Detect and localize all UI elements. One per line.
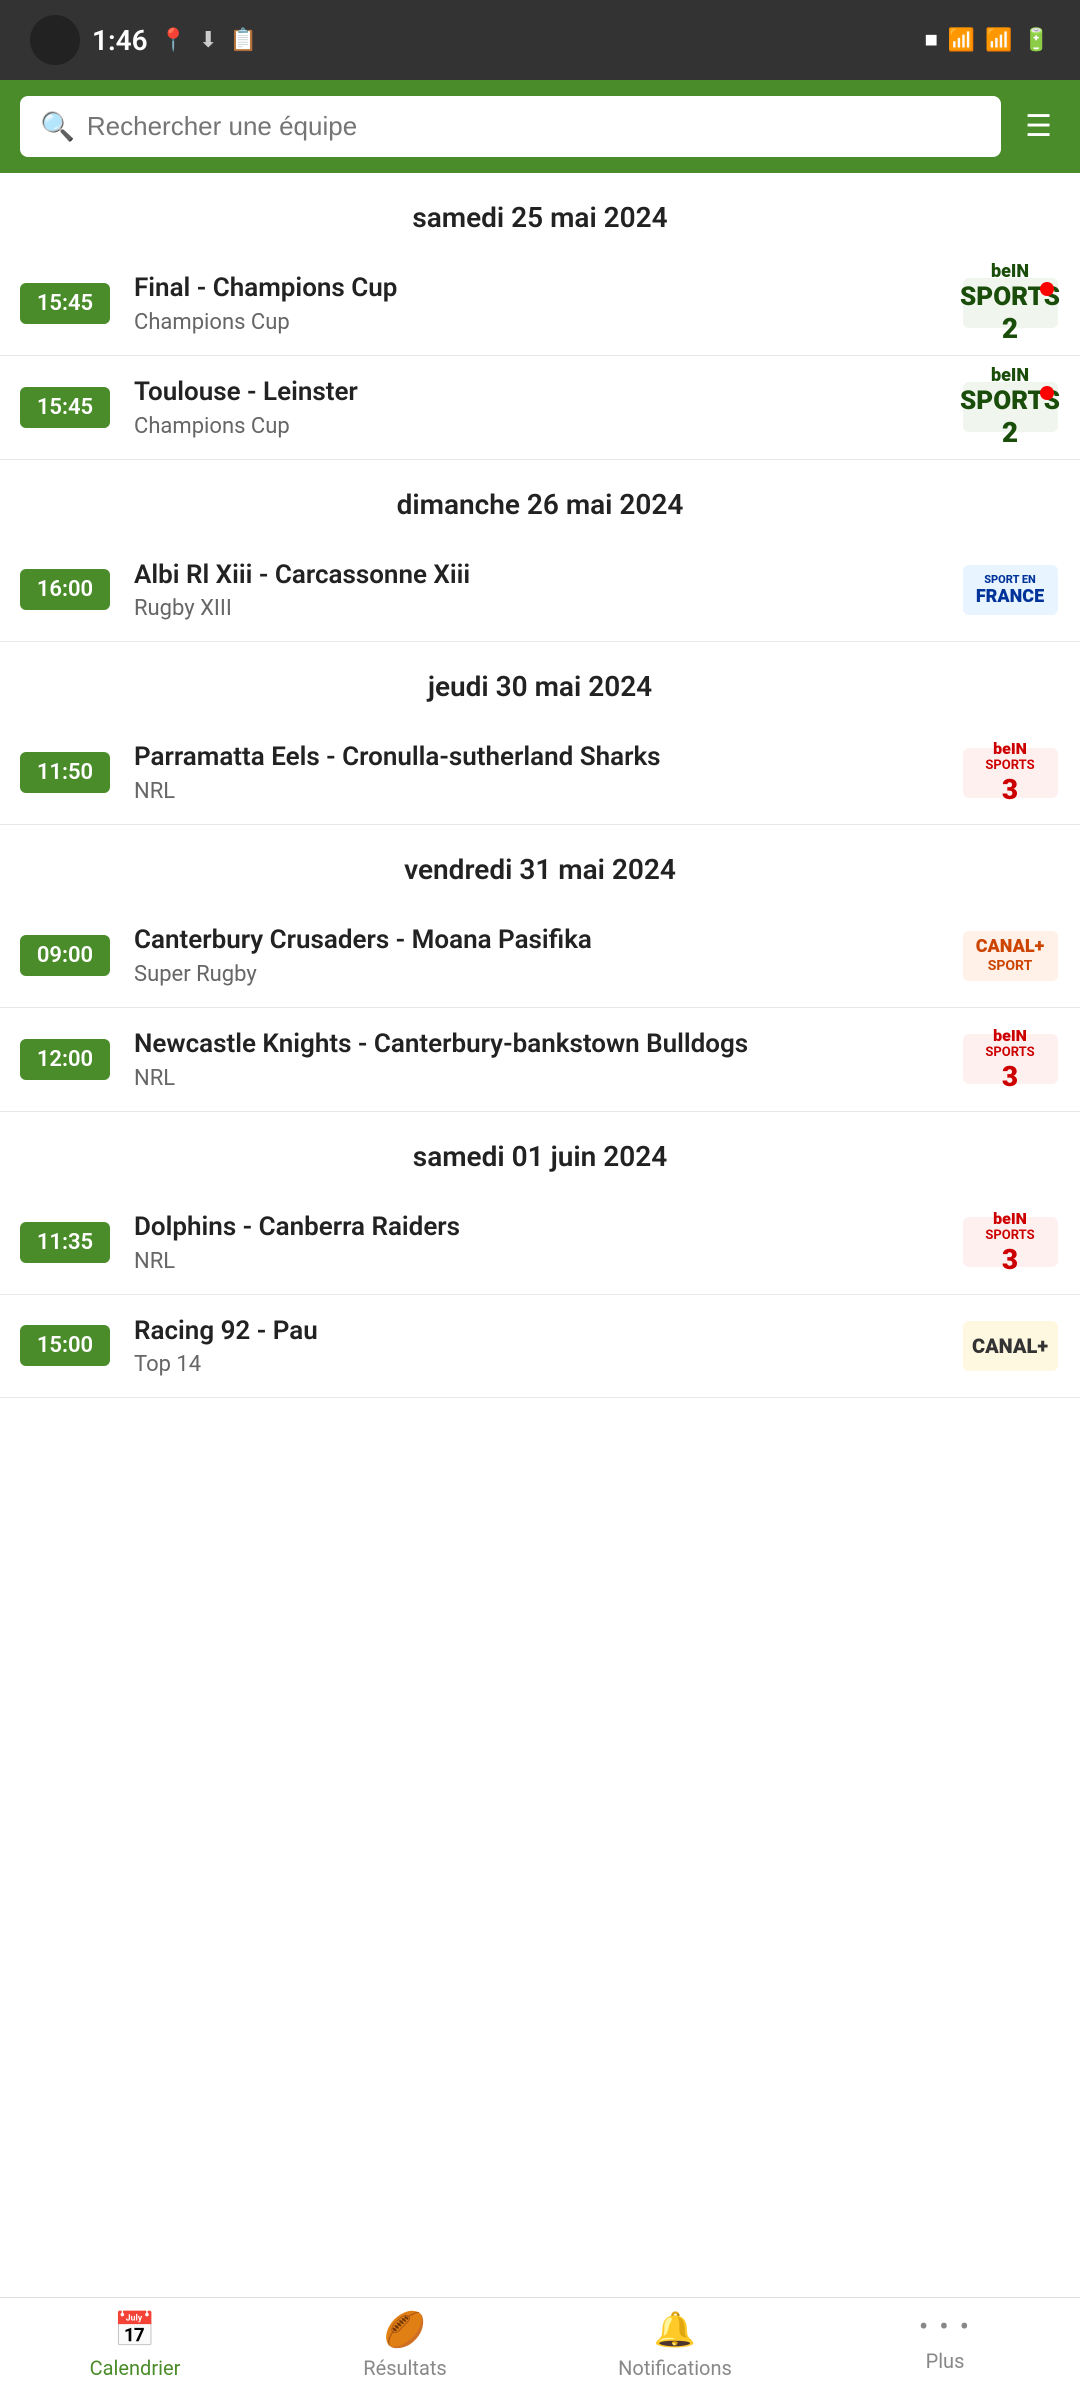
channel-logo-wrapper: beIN SPORTS 3: [960, 1215, 1060, 1270]
calendrier-label: Calendrier: [90, 2356, 181, 2380]
match-time: 11:35: [20, 1222, 110, 1263]
match-competition: Champions Cup: [134, 414, 944, 439]
main-content: samedi 25 mai 2024 15:45 Final - Champio…: [0, 173, 1080, 1538]
location-icon: 📍: [160, 28, 187, 53]
channel-logo-bein3: beIN SPORTS 3: [963, 1217, 1058, 1267]
calendrier-icon: 📅: [114, 2310, 156, 2350]
filter-button[interactable]: ☰: [1017, 101, 1060, 152]
match-title: Final - Champions Cup: [134, 272, 944, 306]
notification-center-icon: ⏹: [925, 25, 938, 56]
date-header-2: jeudi 30 mai 2024: [0, 642, 1080, 721]
match-info: Toulouse - Leinster Champions Cup: [134, 376, 944, 439]
match-competition: NRL: [134, 1249, 944, 1274]
channel-logo-wrapper: SPORT EN FRANCE: [960, 562, 1060, 617]
nav-item-calendrier[interactable]: 📅 Calendrier: [0, 2310, 270, 2380]
table-row[interactable]: 16:00 Albi Rl Xiii - Carcassonne Xiii Ru…: [0, 539, 1080, 643]
channel-logo-bein1: beIN SPORTS 2: [963, 278, 1058, 328]
date-header-4: samedi 01 juin 2024: [0, 1112, 1080, 1191]
table-row[interactable]: 15:45 Final - Champions Cup Champions Cu…: [0, 252, 1080, 356]
match-time: 09:00: [20, 935, 110, 976]
search-input-wrapper[interactable]: 🔍: [20, 96, 1001, 157]
channel-logo-wrapper: beIN SPORTS 2: [960, 380, 1060, 435]
match-time: 12:00: [20, 1039, 110, 1080]
match-time: 15:45: [20, 387, 110, 428]
match-time: 11:50: [20, 752, 110, 793]
bottom-navigation: 📅 Calendrier 🏉 Résultats 🔔 Notifications…: [0, 2297, 1080, 2400]
plus-icon: • • •: [919, 2310, 971, 2343]
match-competition: NRL: [134, 779, 944, 804]
match-competition: NRL: [134, 1066, 944, 1091]
filter-icon: ☰: [1025, 110, 1052, 143]
match-competition: Champions Cup: [134, 310, 944, 335]
wifi-icon: 📶: [948, 28, 975, 53]
channel-logo-sport-france: SPORT EN FRANCE: [963, 565, 1058, 615]
channel-logo-wrapper: beIN SPORTS 3: [960, 745, 1060, 800]
match-info: Racing 92 - Pau Top 14: [134, 1315, 944, 1378]
match-title: Canterbury Crusaders - Moana Pasifika: [134, 924, 944, 958]
channel-logo-wrapper: beIN SPORTS 2: [960, 276, 1060, 331]
channel-logo-wrapper: beIN SPORTS 3: [960, 1032, 1060, 1087]
match-info: Canterbury Crusaders - Moana Pasifika Su…: [134, 924, 944, 987]
search-bar: 🔍 ☰: [0, 80, 1080, 173]
resultats-icon: 🏉: [384, 2310, 426, 2350]
match-competition: Rugby XIII: [134, 596, 944, 621]
table-row[interactable]: 15:45 Toulouse - Leinster Champions Cup …: [0, 356, 1080, 460]
channel-logo-wrapper: CANAL+ SPORT: [960, 928, 1060, 983]
match-time: 15:45: [20, 283, 110, 324]
notifications-icon: 🔔: [654, 2310, 696, 2350]
table-row[interactable]: 12:00 Newcastle Knights - Canterbury-ban…: [0, 1008, 1080, 1112]
table-row[interactable]: 15:00 Racing 92 - Pau Top 14 CANAL+: [0, 1295, 1080, 1399]
download-icon: ⬇: [199, 28, 217, 53]
match-title: Newcastle Knights - Canterbury-bankstown…: [134, 1028, 944, 1062]
nav-item-resultats[interactable]: 🏉 Résultats: [270, 2310, 540, 2380]
match-competition: Super Rugby: [134, 962, 944, 987]
nav-item-notifications[interactable]: 🔔 Notifications: [540, 2310, 810, 2380]
channel-logo-bein3: beIN SPORTS 3: [963, 748, 1058, 798]
match-title: Toulouse - Leinster: [134, 376, 944, 410]
match-competition: Top 14: [134, 1352, 944, 1377]
table-row[interactable]: 09:00 Canterbury Crusaders - Moana Pasif…: [0, 904, 1080, 1008]
plus-label: Plus: [926, 2349, 965, 2373]
status-circle-icon: [30, 15, 80, 65]
resultats-label: Résultats: [363, 2356, 446, 2380]
search-icon: 🔍: [40, 110, 75, 143]
channel-logo-canal-sport: CANAL+ SPORT: [963, 931, 1058, 981]
channel-logo-bein3: beIN SPORTS 3: [963, 1034, 1058, 1084]
match-title: Dolphins - Canberra Raiders: [134, 1211, 944, 1245]
match-info: Dolphins - Canberra Raiders NRL: [134, 1211, 944, 1274]
date-header-0: samedi 25 mai 2024: [0, 173, 1080, 252]
search-input[interactable]: [87, 111, 981, 142]
signal-icon: 📶: [985, 28, 1012, 53]
match-info: Final - Champions Cup Champions Cup: [134, 272, 944, 335]
table-row[interactable]: 11:50 Parramatta Eels - Cronulla-sutherl…: [0, 721, 1080, 825]
sim-icon: 📋: [229, 28, 256, 53]
status-left: 1:46 📍 ⬇ 📋: [30, 15, 257, 65]
date-header-1: dimanche 26 mai 2024: [0, 460, 1080, 539]
match-title: Albi Rl Xiii - Carcassonne Xiii: [134, 559, 944, 593]
channel-logo-bein1: beIN SPORTS 2: [963, 382, 1058, 432]
match-info: Newcastle Knights - Canterbury-bankstown…: [134, 1028, 944, 1091]
match-time: 15:00: [20, 1325, 110, 1366]
nav-item-plus[interactable]: • • • Plus: [810, 2310, 1080, 2380]
status-bar: 1:46 📍 ⬇ 📋 ⏹ 📶 📶 🔋: [0, 0, 1080, 80]
match-title: Parramatta Eels - Cronulla-sutherland Sh…: [134, 741, 944, 775]
table-row[interactable]: 11:35 Dolphins - Canberra Raiders NRL be…: [0, 1191, 1080, 1295]
battery-icon: 🔋: [1023, 28, 1050, 53]
channel-logo-canal: CANAL+: [963, 1321, 1058, 1371]
notifications-label: Notifications: [618, 2356, 732, 2380]
match-info: Parramatta Eels - Cronulla-sutherland Sh…: [134, 741, 944, 804]
channel-logo-wrapper: CANAL+: [960, 1318, 1060, 1373]
status-time: 1:46: [92, 24, 148, 57]
match-time: 16:00: [20, 569, 110, 610]
match-info: Albi Rl Xiii - Carcassonne Xiii Rugby XI…: [134, 559, 944, 622]
match-title: Racing 92 - Pau: [134, 1315, 944, 1349]
date-header-3: vendredi 31 mai 2024: [0, 825, 1080, 904]
status-right: ⏹ 📶 📶 🔋: [925, 25, 1050, 56]
